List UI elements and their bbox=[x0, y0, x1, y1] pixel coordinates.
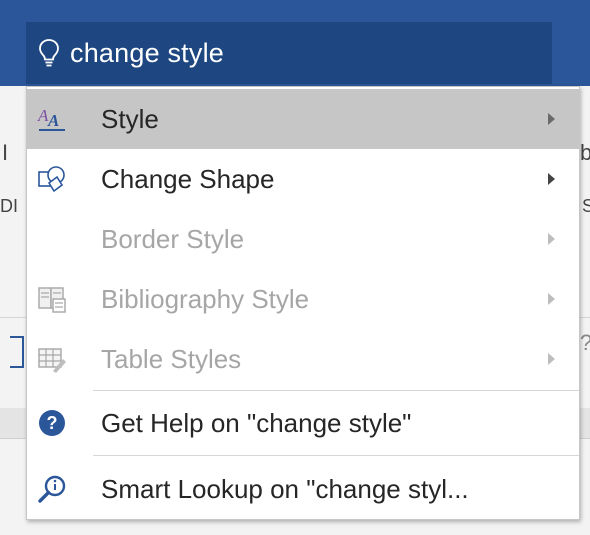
menu-item-style[interactable]: A A Style bbox=[27, 89, 579, 149]
ribbon-peek-box bbox=[10, 336, 24, 368]
ribbon-peek-left: I bbox=[2, 140, 9, 165]
menu-item-get-help[interactable]: ? Get Help on "change style" bbox=[27, 393, 579, 453]
change-shape-icon bbox=[38, 166, 65, 193]
help-icon: ? bbox=[39, 410, 65, 436]
table-styles-icon bbox=[38, 348, 66, 373]
bibliography-icon bbox=[38, 287, 66, 313]
ribbon-peek-right: b bbox=[580, 140, 590, 165]
lightbulb-icon bbox=[39, 39, 59, 67]
ribbon-peek-right-2: S bbox=[582, 196, 590, 216]
menu-item-label: Table Styles bbox=[101, 343, 242, 374]
menu-item-table-styles[interactable]: Table Styles bbox=[27, 329, 579, 389]
menu-item-label: Smart Lookup on "change styl... bbox=[101, 473, 469, 504]
submenu-arrow-icon bbox=[548, 353, 555, 365]
svg-text:A: A bbox=[47, 111, 59, 130]
search-input[interactable]: change style bbox=[70, 38, 224, 69]
submenu-arrow-icon bbox=[548, 293, 555, 305]
menu-item-bibliography-style[interactable]: Bibliography Style bbox=[27, 269, 579, 329]
menu-separator bbox=[93, 455, 579, 456]
menu-item-label: Bibliography Style bbox=[101, 283, 310, 314]
menu-separator bbox=[93, 390, 579, 391]
smart-lookup-icon bbox=[38, 475, 66, 503]
style-a-icon: A A bbox=[37, 106, 65, 131]
menu-item-border-style[interactable]: Border Style bbox=[27, 209, 579, 269]
submenu-arrow-icon bbox=[548, 113, 555, 125]
menu-item-label: Border Style bbox=[101, 223, 245, 254]
svg-text:?: ? bbox=[47, 413, 58, 433]
menu-item-label: Style bbox=[101, 103, 159, 134]
ribbon-peek-left-2: DI bbox=[0, 196, 18, 216]
menu-item-label: Get Help on "change style" bbox=[101, 407, 412, 438]
menu-item-label: Change Shape bbox=[101, 163, 275, 194]
menu-item-smart-lookup[interactable]: Smart Lookup on "change styl... bbox=[27, 459, 579, 519]
menu-item-change-shape[interactable]: Change Shape bbox=[27, 149, 579, 209]
ribbon-peek-right-3: ? bbox=[580, 330, 590, 356]
submenu-arrow-icon bbox=[548, 233, 555, 245]
search-results-menu: A A Style Change Shape Border Style Bibl… bbox=[26, 86, 580, 520]
submenu-arrow-icon bbox=[548, 173, 555, 185]
tell-me-search-box[interactable]: change style bbox=[26, 22, 552, 84]
